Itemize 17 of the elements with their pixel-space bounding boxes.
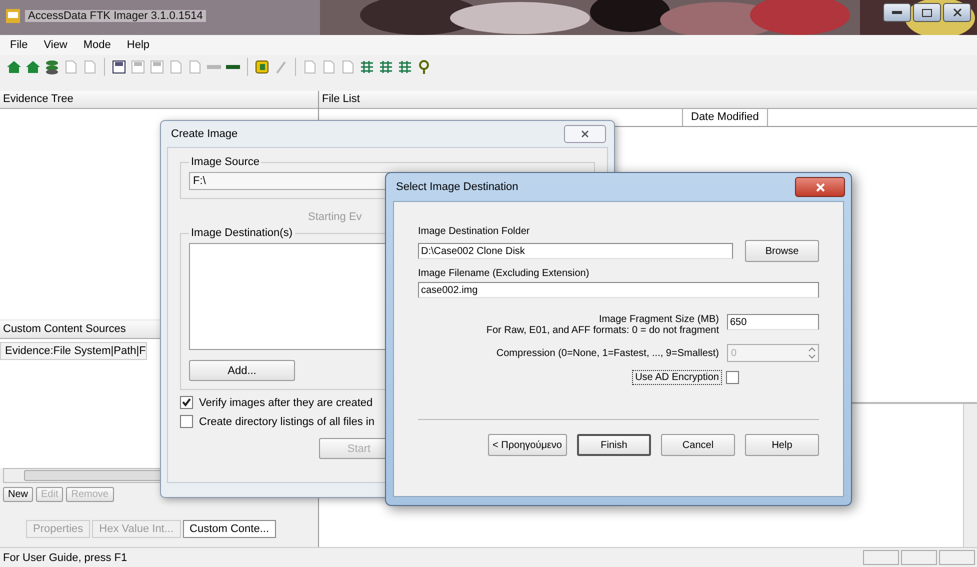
status-text: For User Guide, press F1 (2, 552, 128, 564)
field-label: Image Fragment Size (MB) (598, 314, 719, 325)
option-label: Verify images after they are created (199, 396, 373, 408)
panel-header: Evidence Tree (0, 91, 318, 109)
dialog-title: Create Image (171, 128, 238, 140)
window-title: AccessData FTK Imager 3.1.0.1514 (25, 10, 206, 22)
field-label: Starting Ev (307, 210, 363, 225)
panel-header: File List (319, 91, 977, 109)
field-label: Image Filename (Excluding Extension) (418, 268, 590, 279)
option-label: Use AD Encryption (632, 370, 722, 385)
group-label: Image Destination(s) (190, 227, 294, 239)
dialog-title: Select Image Destination (396, 181, 518, 193)
field-label: Image Destination Folder (418, 226, 531, 237)
option-label: Create directory listings of all files in (199, 416, 374, 428)
group-label: Image Source (190, 156, 260, 168)
field-label: Compression (0=None, 1=Fastest, ..., 9=Smallest) (496, 348, 719, 358)
field-hint: For Raw, E01, and AFF formats: 0 = do not fragment (486, 325, 719, 336)
